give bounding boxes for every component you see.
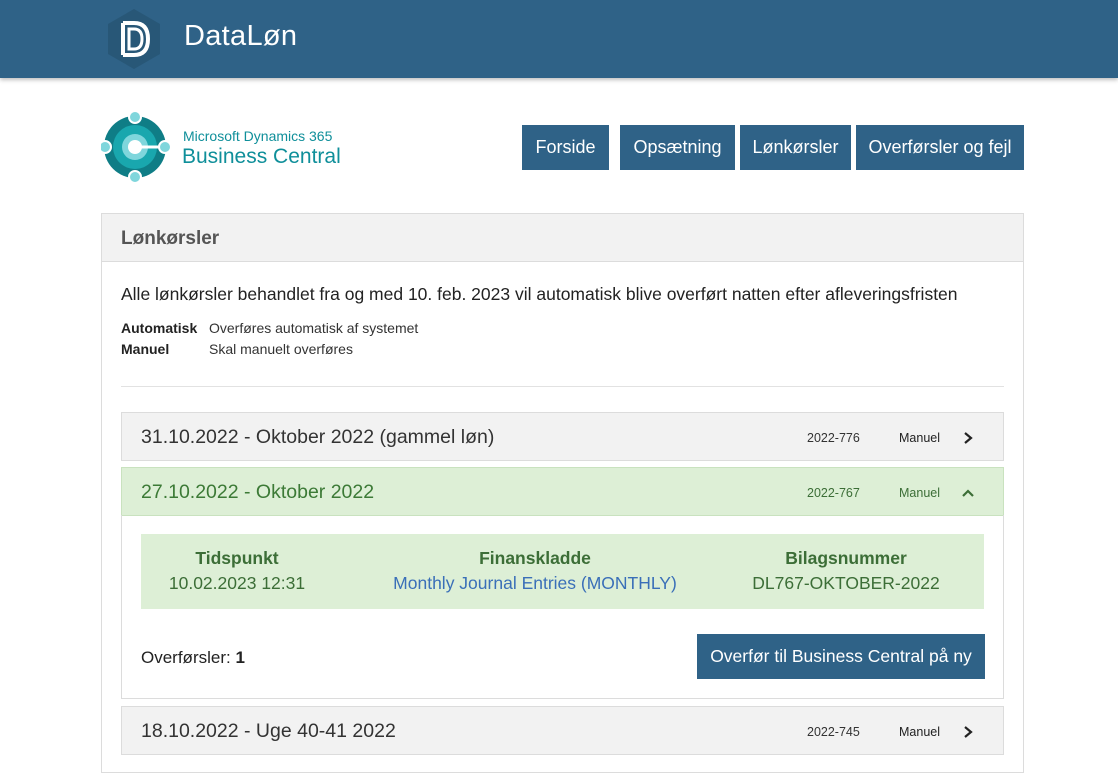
- run-row[interactable]: 18.10.2022 - Uge 40-41 2022 2022-745 Man…: [121, 706, 1004, 755]
- run-number: 2022-776: [807, 431, 860, 445]
- detail-finanskladde: Finanskladde Monthly Journal Entries (MO…: [385, 548, 685, 594]
- panel-header: Lønkørsler: [102, 214, 1023, 262]
- nav-overfoersler-button[interactable]: Overførsler og fejl: [856, 125, 1024, 170]
- run-number: 2022-767: [807, 486, 860, 500]
- run-mode: Manuel: [899, 725, 940, 739]
- dataloen-logo-icon[interactable]: [102, 7, 166, 71]
- detail-bilagsnummer-value: DL767-OKTOBER-2022: [752, 573, 940, 593]
- transfer-again-button[interactable]: Overfør til Business Central på ny: [697, 634, 985, 679]
- top-bar: DataLøn: [0, 0, 1118, 78]
- chevron-up-icon[interactable]: [960, 485, 976, 501]
- run-row-expanded[interactable]: 27.10.2022 - Oktober 2022 2022-767 Manue…: [121, 467, 1004, 516]
- detail-tidspunkt: Tidspunkt 10.02.2023 12:31: [162, 548, 312, 594]
- brand-name: DataLøn: [184, 20, 298, 52]
- detail-tidspunkt-value: 10.02.2023 12:31: [168, 573, 306, 593]
- transfers-label: Overførsler:: [141, 648, 231, 667]
- detail-box: Tidspunkt 10.02.2023 12:31 Finanskladde …: [141, 534, 984, 609]
- divider: [121, 386, 1004, 387]
- nav-opsaetning-button[interactable]: Opsætning: [620, 125, 735, 170]
- bc-subtitle: Microsoft Dynamics 365: [183, 128, 333, 144]
- detail-tidspunkt-label: Tidspunkt: [195, 548, 279, 568]
- run-title: 27.10.2022 - Oktober 2022: [141, 481, 375, 503]
- run-title: 31.10.2022 - Oktober 2022 (gammel løn): [141, 426, 495, 448]
- run-row[interactable]: 31.10.2022 - Oktober 2022 (gammel løn) 2…: [121, 412, 1004, 461]
- nav-forside-button[interactable]: Forside: [522, 125, 609, 170]
- legend-key-automatisk: Automatisk: [121, 320, 198, 336]
- transfers-value: 1: [235, 648, 245, 667]
- detail-bilagsnummer-label: Bilagsnummer: [785, 548, 907, 568]
- run-title: 18.10.2022 - Uge 40-41 2022: [141, 720, 396, 742]
- nav-loenkoersler-button[interactable]: Lønkørsler: [740, 125, 851, 170]
- run-mode: Manuel: [899, 431, 940, 445]
- legend-value-automatisk: Overføres automatisk af systemet: [209, 320, 419, 336]
- chevron-right-icon[interactable]: [960, 724, 976, 740]
- panel-title: Lønkørsler: [121, 228, 220, 249]
- transfers-count: Overførsler: 1: [141, 648, 245, 668]
- run-number: 2022-745: [807, 725, 860, 739]
- business-central-logo-icon: [101, 112, 171, 182]
- detail-bilagsnummer: Bilagsnummer DL767-OKTOBER-2022: [746, 548, 946, 594]
- finanskladde-link[interactable]: Monthly Journal Entries (MONTHLY): [385, 573, 685, 594]
- run-mode: Manuel: [899, 486, 940, 500]
- chevron-right-icon[interactable]: [960, 430, 976, 446]
- info-text: Alle lønkørsler behandlet fra og med 10.…: [121, 284, 958, 304]
- detail-finanskladde-label: Finanskladde: [479, 548, 591, 568]
- bc-title: Business Central: [182, 145, 341, 168]
- run-details: Tidspunkt 10.02.2023 12:31 Finanskladde …: [121, 515, 1004, 699]
- legend-value-manuel: Skal manuelt overføres: [209, 341, 353, 357]
- legend-key-manuel: Manuel: [121, 341, 170, 357]
